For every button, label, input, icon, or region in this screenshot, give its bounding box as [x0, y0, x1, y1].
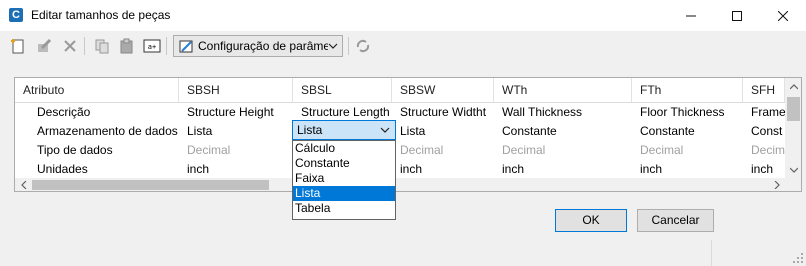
column-header[interactable]: SFH — [743, 78, 785, 103]
column-header[interactable]: SBSL — [293, 78, 392, 103]
new-icon[interactable] — [9, 37, 27, 55]
grid-header: Atributo SBSH SBSL SBSW WTh FTh SFH — [15, 78, 785, 103]
close-button[interactable] — [760, 0, 806, 31]
table-cell[interactable]: Structure Height — [179, 103, 293, 122]
row-label: Tipo de dados — [37, 143, 113, 157]
chevron-down-icon[interactable] — [380, 124, 390, 139]
edit-icon[interactable] — [35, 37, 53, 55]
toolbar-separator — [84, 37, 85, 55]
table-cell: Decimal — [640, 143, 684, 157]
dropdown-option[interactable]: Cálculo — [293, 141, 395, 156]
table-cell: Decim — [751, 143, 785, 157]
table-cell[interactable]: Lista — [179, 122, 293, 141]
maximize-button[interactable] — [714, 0, 760, 31]
resize-grip-icon[interactable] — [792, 252, 804, 264]
table-row: Tipo de dados Decimal Decimal Decimal De… — [15, 141, 785, 160]
delete-icon[interactable] — [61, 37, 79, 55]
table-cell[interactable]: inch — [632, 160, 743, 179]
scroll-up-icon[interactable] — [785, 78, 801, 95]
rename-icon[interactable]: a+ — [143, 37, 161, 55]
column-header[interactable]: Atributo — [15, 78, 179, 103]
column-header[interactable]: SBSH — [179, 78, 293, 103]
svg-text:a+: a+ — [148, 43, 156, 51]
table-cell[interactable]: inch — [179, 160, 293, 179]
dropdown-option[interactable]: Constante — [293, 156, 395, 171]
table-cell[interactable]: inch — [392, 160, 494, 179]
scroll-right-icon[interactable] — [768, 178, 785, 191]
configuration-icon — [178, 38, 194, 54]
combobox-value: Lista — [297, 123, 323, 137]
column-header[interactable]: WTh — [494, 78, 632, 103]
scroll-left-icon[interactable] — [15, 178, 32, 191]
toolbar: a+ Configuração de parâmetros — [0, 31, 806, 61]
cancel-button[interactable]: Cancelar — [637, 209, 714, 232]
status-divider — [711, 240, 712, 266]
dropdown-option-selected[interactable]: Lista — [293, 186, 395, 201]
toolbar-separator — [166, 37, 167, 55]
table-cell[interactable]: Constante — [494, 122, 632, 141]
table-cell[interactable]: Frame — [743, 103, 785, 122]
column-header[interactable]: FTh — [632, 78, 743, 103]
dropdown-option[interactable]: Tabela — [293, 201, 395, 216]
scrollbar-corner — [785, 178, 801, 191]
vertical-scrollbar[interactable] — [785, 78, 801, 178]
column-header[interactable]: SBSW — [392, 78, 494, 103]
row-label: Armazenamento de dados — [37, 124, 178, 138]
toolbar-separator — [348, 37, 349, 55]
table-cell[interactable]: inch — [494, 160, 632, 179]
horizontal-scrollbar[interactable] — [15, 178, 785, 191]
row-label: Descrição — [37, 105, 91, 119]
copy-icon[interactable] — [93, 37, 111, 55]
data-storage-combobox[interactable]: Lista — [292, 120, 396, 140]
row-label: Unidades — [37, 162, 88, 176]
table-cell: Decimal — [187, 143, 231, 157]
scroll-down-icon[interactable] — [785, 161, 801, 178]
table-cell[interactable]: inch — [743, 160, 785, 179]
ok-button[interactable]: OK — [555, 209, 627, 232]
app-icon: C — [9, 8, 23, 22]
table-cell[interactable]: Constante — [632, 122, 743, 141]
refresh-icon[interactable] — [354, 37, 372, 55]
table-cell[interactable]: Floor Thickness — [632, 103, 743, 122]
table-cell: Decimal — [400, 143, 444, 157]
table-cell[interactable]: Const — [743, 122, 785, 141]
parameter-configuration-button[interactable]: Configuração de parâmetros — [173, 35, 343, 57]
vertical-scroll-thumb[interactable] — [787, 97, 800, 121]
window-title: Editar tamanhos de peças — [31, 8, 171, 22]
minimize-button[interactable] — [668, 0, 714, 31]
chevron-down-icon — [328, 39, 338, 56]
table-cell[interactable]: Structure Widtht — [392, 103, 494, 122]
parameter-grid: Atributo SBSH SBSL SBSW WTh FTh SFH Desc… — [14, 77, 802, 192]
data-storage-dropdown-list: Cálculo Constante Faixa Lista Tabela — [292, 140, 396, 220]
dropdown-option[interactable]: Faixa — [293, 171, 395, 186]
table-row: Descrição Structure Height Structure Len… — [15, 103, 785, 122]
table-cell[interactable]: Wall Thickness — [494, 103, 632, 122]
title-bar: C Editar tamanhos de peças — [0, 0, 806, 31]
paste-icon[interactable] — [118, 37, 136, 55]
table-cell: Decimal — [502, 143, 546, 157]
table-row: Unidades inch inch inch inch inch — [15, 160, 785, 179]
horizontal-scroll-thumb[interactable] — [32, 180, 269, 190]
parameter-configuration-label: Configuração de parâmetros — [198, 39, 328, 53]
table-row: Armazenamento de dados Lista Lista Const… — [15, 122, 785, 141]
table-cell[interactable]: Lista — [392, 122, 494, 141]
